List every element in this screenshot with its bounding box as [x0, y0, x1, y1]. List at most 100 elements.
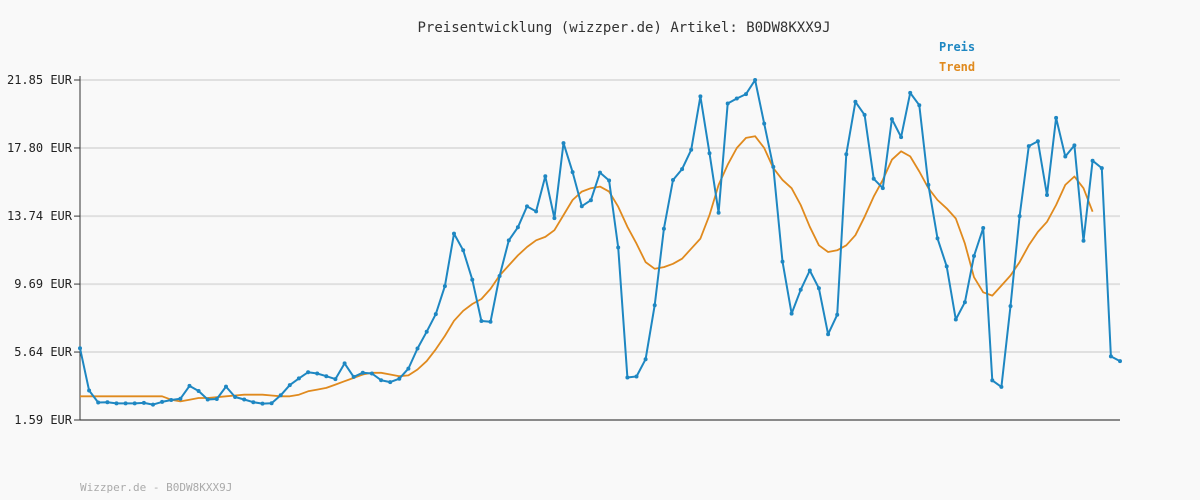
data-point-preis: [324, 374, 329, 379]
data-point-preis: [643, 357, 648, 362]
data-point-preis: [607, 178, 612, 183]
data-point-preis: [990, 378, 995, 383]
data-point-preis: [233, 395, 238, 399]
data-point-preis: [141, 400, 146, 405]
data-point-preis: [96, 400, 101, 405]
data-point-preis: [935, 236, 940, 241]
data-point-preis: [1026, 144, 1031, 149]
data-point-preis: [753, 78, 758, 82]
data-point-preis: [543, 174, 548, 179]
data-point-preis: [1045, 193, 1049, 197]
data-point-preis: [744, 92, 748, 97]
data-point-preis: [972, 254, 976, 258]
data-point-preis: [844, 152, 849, 157]
data-point-preis: [880, 186, 885, 191]
data-point-preis: [214, 397, 219, 401]
data-point-preis: [707, 151, 712, 156]
y-tick-label: 21.85 EUR: [7, 73, 73, 87]
data-point-preis: [515, 225, 520, 230]
series-lines: [79, 79, 1121, 406]
data-point-preis: [497, 274, 502, 278]
data-point-preis: [588, 198, 593, 203]
data-point-preis: [461, 248, 466, 253]
data-point-preis: [889, 117, 894, 122]
data-point-preis: [807, 268, 812, 273]
data-point-preis: [433, 312, 438, 317]
data-point-preis: [105, 400, 110, 405]
data-point-preis: [616, 245, 621, 250]
data-point-preis: [816, 286, 821, 291]
data-point-preis: [442, 284, 447, 289]
data-point-preis: [534, 209, 539, 214]
data-point-preis: [1063, 154, 1068, 159]
data-point-preis: [1017, 214, 1022, 219]
data-point-preis: [397, 376, 402, 381]
data-point-preis: [962, 300, 967, 305]
data-point-preis: [826, 332, 831, 337]
data-point-preis: [315, 371, 320, 376]
data-point-preis: [488, 319, 493, 324]
data-point-preis: [242, 397, 247, 402]
data-point-preis: [871, 176, 876, 181]
data-point-preis: [661, 226, 666, 231]
legend-preis: Preis: [939, 40, 975, 54]
data-point-preis: [187, 383, 192, 388]
y-tick-label: 5.64 EUR: [14, 345, 73, 359]
data-point-preis: [151, 402, 155, 407]
data-point-preis: [123, 401, 128, 406]
price-chart: Preisentwicklung (wizzper.de) Artikel: B…: [7, 20, 1122, 494]
data-point-preis: [771, 164, 776, 169]
data-point-preis: [716, 210, 721, 215]
footer-text: Wizzper.de - B0DW8KXX9J: [80, 481, 232, 494]
data-point-preis: [406, 366, 411, 371]
data-point-preis: [470, 277, 475, 282]
data-point-preis: [789, 311, 794, 316]
data-point-preis: [1090, 158, 1095, 163]
data-point-preis: [944, 264, 949, 269]
data-point-preis: [452, 231, 456, 236]
data-point-preis: [1072, 143, 1077, 148]
data-point-preis: [169, 398, 174, 402]
data-point-preis: [725, 101, 730, 106]
series-line-trend: [80, 135, 1094, 403]
data-point-preis: [1054, 115, 1059, 120]
grid-lines: [80, 79, 1120, 421]
data-point-preis: [132, 401, 137, 406]
data-point-preis: [671, 178, 675, 182]
data-point-preis: [1008, 304, 1013, 309]
data-point-preis: [251, 400, 256, 405]
data-point-preis: [652, 303, 657, 308]
data-point-preis: [333, 377, 338, 382]
data-point-preis: [415, 346, 420, 351]
axes: [79, 76, 1120, 421]
data-point-preis: [379, 378, 384, 383]
data-point-preis: [798, 287, 803, 292]
data-point-preis: [260, 401, 265, 406]
chart-title: Preisentwicklung (wizzper.de) Artikel: B…: [417, 20, 830, 36]
data-point-preis: [306, 370, 311, 375]
data-point-preis: [369, 371, 374, 376]
data-point-preis: [296, 376, 301, 381]
series-points: [78, 78, 1122, 407]
data-point-preis: [78, 346, 82, 351]
y-tick-label: 17.80 EUR: [7, 141, 73, 155]
data-point-preis: [360, 370, 365, 375]
data-point-preis: [506, 238, 511, 243]
data-point-preis: [917, 103, 922, 108]
data-point-preis: [269, 401, 274, 406]
data-point-preis: [862, 112, 867, 117]
y-tick-label: 1.59 EUR: [14, 413, 73, 427]
data-point-preis: [1081, 238, 1086, 243]
data-point-preis: [87, 388, 92, 393]
data-point-preis: [570, 170, 575, 175]
data-point-preis: [680, 167, 685, 172]
data-point-preis: [598, 170, 602, 175]
data-point-preis: [780, 259, 785, 264]
data-point-preis: [762, 121, 767, 126]
data-point-preis: [953, 317, 958, 322]
data-point-preis: [224, 384, 228, 389]
data-point-preis: [908, 90, 913, 95]
y-axis-ticks: 21.85 EUR 17.80 EUR 13.74 EUR 9.69 EUR 5.64 …: [7, 73, 80, 427]
data-point-preis: [278, 393, 283, 398]
data-point-preis: [561, 141, 566, 146]
